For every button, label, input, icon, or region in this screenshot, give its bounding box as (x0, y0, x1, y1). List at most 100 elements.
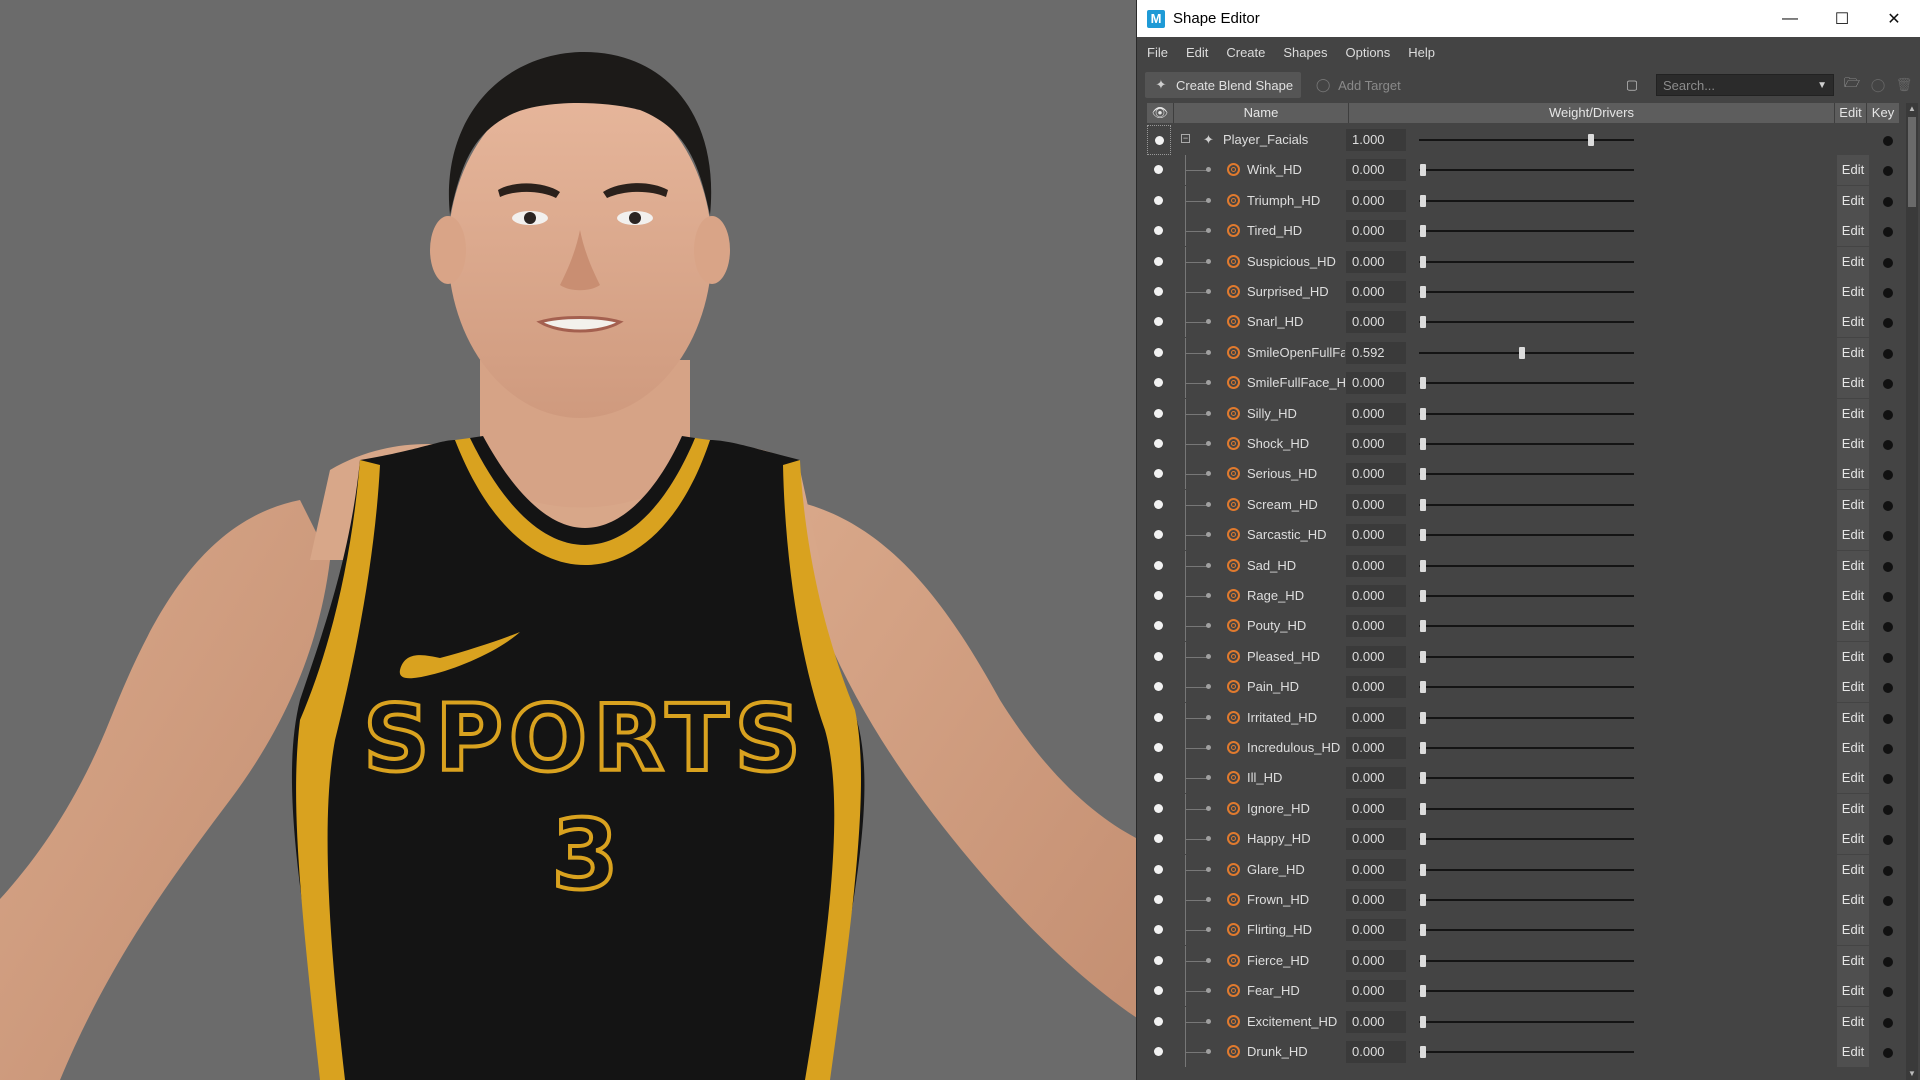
target-row[interactable]: Ignore_HD 0.000 Edit (1147, 794, 1899, 824)
target-name[interactable]: Rage_HD (1247, 581, 1345, 611)
weight-field[interactable]: 0.000 (1346, 433, 1406, 455)
edit-button[interactable]: Edit (1837, 459, 1869, 489)
edit-button[interactable]: Edit (1837, 186, 1869, 216)
edit-button[interactable]: Edit (1837, 277, 1869, 307)
weight-field[interactable]: 0.592 (1346, 342, 1406, 364)
target-name[interactable]: Pouty_HD (1247, 611, 1345, 641)
visibility-toggle[interactable] (1154, 925, 1163, 934)
edit-button[interactable]: Edit (1837, 307, 1869, 337)
visibility-toggle[interactable] (1154, 530, 1163, 539)
edit-button[interactable]: Edit (1837, 429, 1869, 459)
key-button[interactable] (1883, 1018, 1893, 1028)
edit-button[interactable]: Edit (1837, 703, 1869, 733)
edit-button[interactable]: Edit (1837, 794, 1869, 824)
target-row[interactable]: Fierce_HD 0.000 Edit (1147, 946, 1899, 976)
edit-button[interactable]: Edit (1837, 490, 1869, 520)
weight-field[interactable]: 0.000 (1346, 372, 1406, 394)
key-button[interactable] (1883, 349, 1893, 359)
menu-help[interactable]: Help (1408, 45, 1435, 60)
edit-button[interactable]: Edit (1837, 399, 1869, 429)
key-button[interactable] (1883, 957, 1893, 967)
column-edit[interactable]: Edit (1835, 103, 1867, 123)
weight-field[interactable]: 0.000 (1346, 646, 1406, 668)
target-name[interactable]: Tired_HD (1247, 216, 1345, 246)
target-row[interactable]: Flirting_HD 0.000 Edit (1147, 915, 1899, 945)
target-name[interactable]: Shock_HD (1247, 429, 1345, 459)
visibility-toggle[interactable] (1154, 773, 1163, 782)
target-row[interactable]: Scream_HD 0.000 Edit (1147, 490, 1899, 520)
slider-handle[interactable] (1420, 499, 1426, 511)
weight-field[interactable]: 0.000 (1346, 281, 1406, 303)
target-name[interactable]: Incredulous_HD (1247, 733, 1345, 763)
scroll-down-icon[interactable]: ▼ (1907, 1069, 1917, 1079)
weight-slider[interactable] (1419, 1016, 1634, 1028)
title-bar[interactable]: M Shape Editor — ☐ ✕ (1137, 0, 1920, 37)
target-name[interactable]: Drunk_HD (1247, 1037, 1345, 1067)
menu-options[interactable]: Options (1345, 45, 1390, 60)
weight-field[interactable]: 0.000 (1346, 919, 1406, 941)
visibility-toggle[interactable] (1154, 378, 1163, 387)
target-name[interactable]: Happy_HD (1247, 824, 1345, 854)
weight-slider[interactable] (1419, 225, 1634, 237)
weight-field[interactable]: 0.000 (1346, 403, 1406, 425)
menu-edit[interactable]: Edit (1186, 45, 1208, 60)
target-row[interactable]: SmileOpenFullFa 0.592 Edit (1147, 338, 1899, 368)
chevron-down-icon[interactable]: ▼ (1817, 80, 1827, 91)
target-row[interactable]: Surprised_HD 0.000 Edit (1147, 277, 1899, 307)
menu-shapes[interactable]: Shapes (1283, 45, 1327, 60)
target-name[interactable]: Triumph_HD (1247, 186, 1345, 216)
3d-viewport[interactable]: SPORTS 3 (0, 0, 1136, 1080)
visibility-toggle[interactable] (1154, 1017, 1163, 1026)
edit-button[interactable]: Edit (1837, 885, 1869, 915)
target-row[interactable]: Suspicious_HD 0.000 Edit (1147, 247, 1899, 277)
key-button[interactable] (1883, 318, 1893, 328)
slider-handle[interactable] (1420, 620, 1426, 632)
edit-button[interactable]: Edit (1837, 855, 1869, 885)
target-row[interactable]: Pain_HD 0.000 Edit (1147, 672, 1899, 702)
scroll-thumb[interactable] (1908, 117, 1916, 207)
edit-button[interactable]: Edit (1837, 155, 1869, 185)
weight-slider[interactable] (1419, 286, 1634, 298)
key-button[interactable] (1883, 258, 1893, 268)
target-name[interactable]: Pain_HD (1247, 672, 1345, 702)
edit-button[interactable]: Edit (1837, 946, 1869, 976)
weight-field[interactable]: 0.000 (1346, 889, 1406, 911)
target-row[interactable]: Pleased_HD 0.000 Edit (1147, 642, 1899, 672)
weight-field[interactable]: 0.000 (1346, 251, 1406, 273)
visibility-toggle[interactable] (1154, 652, 1163, 661)
slider-handle[interactable] (1420, 864, 1426, 876)
slider-handle[interactable] (1420, 1016, 1426, 1028)
edit-button[interactable]: Edit (1837, 672, 1869, 702)
target-row[interactable]: Incredulous_HD 0.000 Edit (1147, 733, 1899, 763)
edit-button[interactable]: Edit (1837, 338, 1869, 368)
weight-slider[interactable] (1419, 468, 1634, 480)
key-button[interactable] (1883, 562, 1893, 572)
weight-slider[interactable] (1419, 833, 1634, 845)
weight-slider[interactable] (1419, 894, 1634, 906)
weight-slider[interactable] (1419, 712, 1634, 724)
slider-handle[interactable] (1420, 377, 1426, 389)
slider-handle[interactable] (1420, 955, 1426, 967)
target-name[interactable]: Frown_HD (1247, 885, 1345, 915)
weight-slider[interactable] (1419, 742, 1634, 754)
key-button[interactable] (1883, 227, 1893, 237)
edit-button[interactable]: Edit (1837, 915, 1869, 945)
weight-field[interactable]: 0.000 (1346, 555, 1406, 577)
target-row[interactable]: Wink_HD 0.000 Edit (1147, 155, 1899, 185)
slider-handle[interactable] (1420, 985, 1426, 997)
visibility-toggle[interactable] (1154, 257, 1163, 266)
scrollbar[interactable]: ▲ ▼ (1906, 103, 1918, 1080)
target-name[interactable]: Sad_HD (1247, 551, 1345, 581)
visibility-toggle[interactable] (1154, 561, 1163, 570)
key-button[interactable] (1883, 166, 1893, 176)
weight-slider[interactable] (1419, 134, 1634, 146)
target-row[interactable]: SmileFullFace_H 0.000 Edit (1147, 368, 1899, 398)
key-button[interactable] (1883, 653, 1893, 663)
target-row[interactable]: Ill_HD 0.000 Edit (1147, 763, 1899, 793)
slider-handle[interactable] (1420, 256, 1426, 268)
refresh-icon[interactable]: ◯ (1868, 75, 1888, 95)
weight-slider[interactable] (1419, 529, 1634, 541)
visibility-toggle[interactable] (1154, 804, 1163, 813)
weight-slider[interactable] (1419, 1046, 1634, 1058)
key-button[interactable] (1883, 714, 1893, 724)
